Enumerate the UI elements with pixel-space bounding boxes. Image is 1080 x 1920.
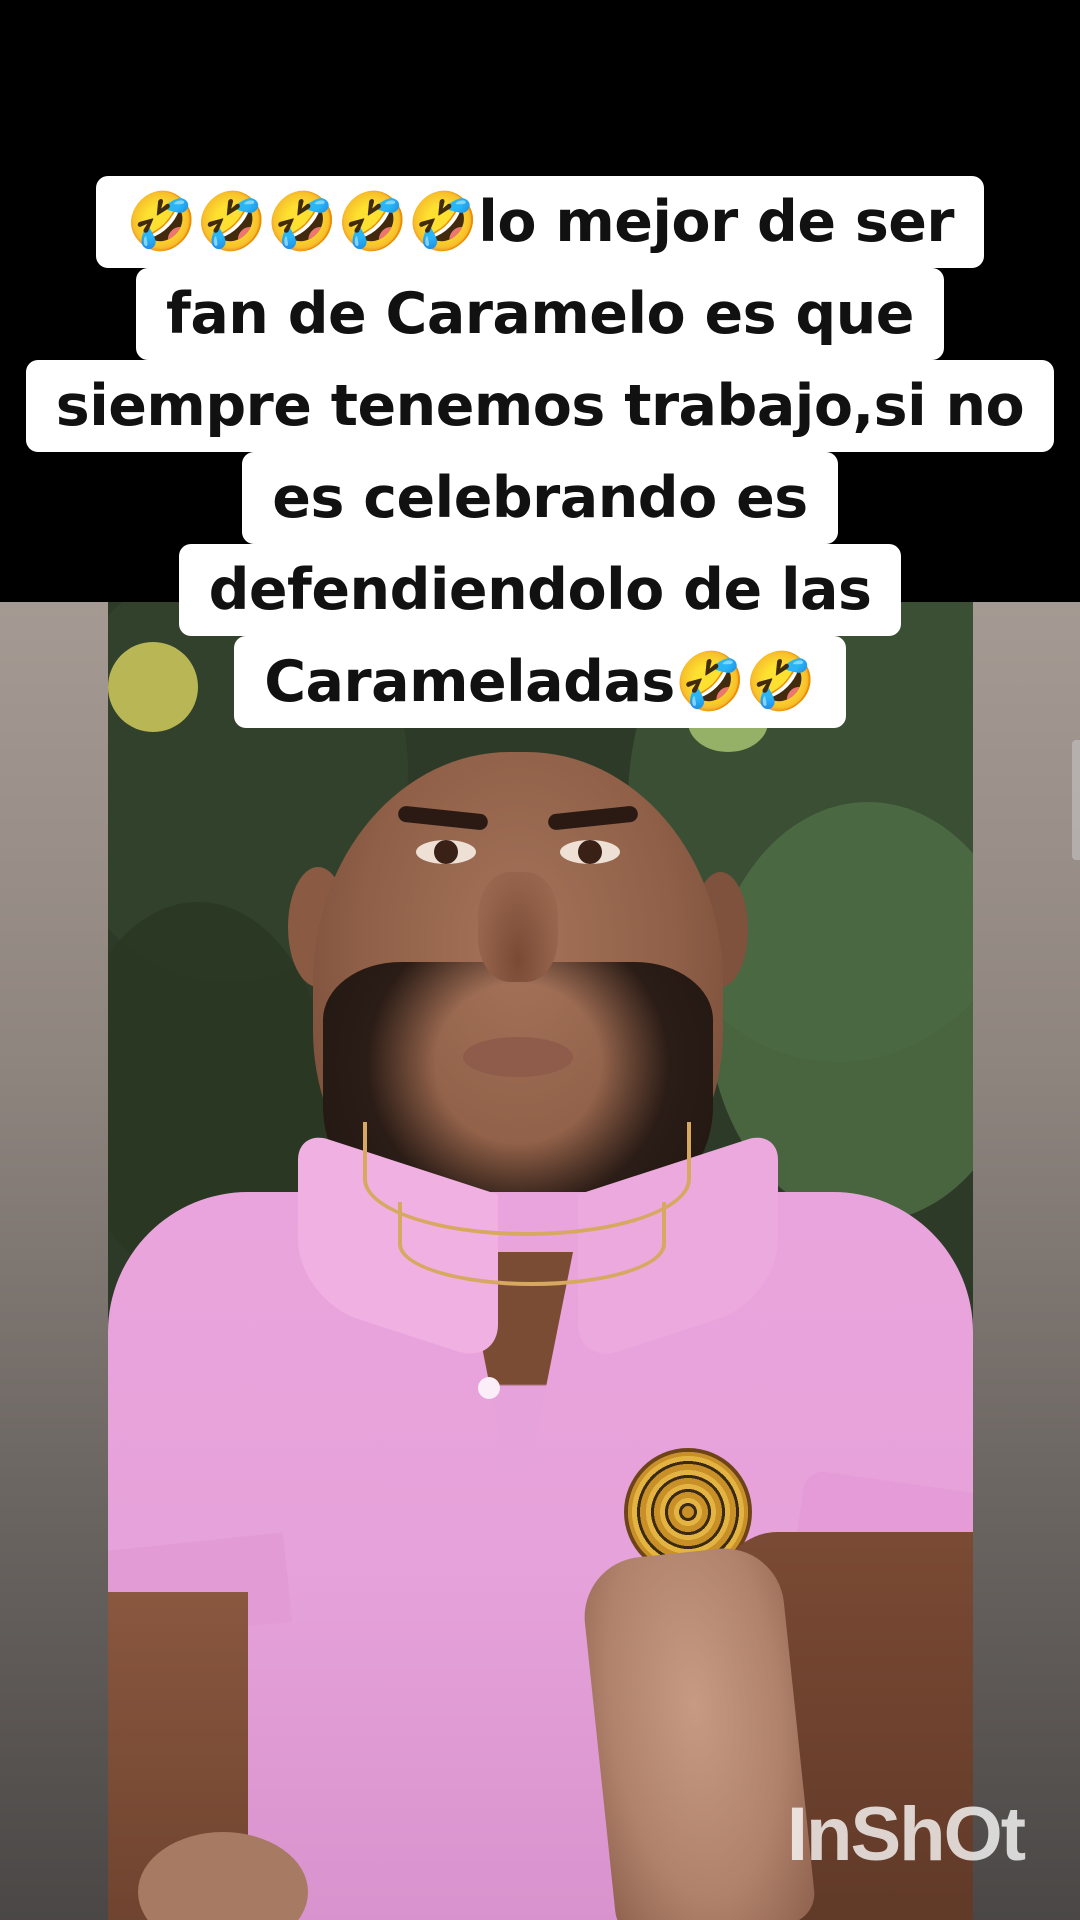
hand <box>578 1542 818 1920</box>
inshot-watermark: InShOt <box>786 1792 1026 1877</box>
gold-chain <box>398 1202 666 1286</box>
scroll-edge-indicator[interactable] <box>1072 740 1080 860</box>
video-frame[interactable] <box>108 602 973 1920</box>
caption-overlay: 🤣🤣🤣🤣🤣lo mejor de ser fan de Caramelo es … <box>0 176 1080 728</box>
video-post-screen[interactable]: 🤣🤣🤣🤣🤣lo mejor de ser fan de Caramelo es … <box>0 0 1080 1920</box>
shirt-button <box>478 1377 500 1399</box>
caption-text: es celebrando es <box>242 452 838 544</box>
caption-line: defendiendolo de las <box>0 544 1080 636</box>
caption-text: 🤣🤣🤣🤣🤣lo mejor de ser <box>95 176 985 268</box>
caption-text: Carameladas🤣🤣 <box>234 636 846 728</box>
caption-line: es celebrando es <box>0 452 1080 544</box>
eye <box>560 840 620 864</box>
caption-line: 🤣🤣🤣🤣🤣lo mejor de ser <box>0 176 1080 268</box>
eye <box>416 840 476 864</box>
nose <box>478 872 558 982</box>
caption-text: defendiendolo de las <box>178 544 902 636</box>
caption-line: Carameladas🤣🤣 <box>0 636 1080 728</box>
caption-line: siempre tenemos trabajo,si no <box>0 360 1080 452</box>
caption-text: fan de Caramelo es que <box>136 268 944 360</box>
mouth <box>463 1037 573 1077</box>
caption-line: fan de Caramelo es que <box>0 268 1080 360</box>
caption-text: siempre tenemos trabajo,si no <box>25 360 1055 452</box>
